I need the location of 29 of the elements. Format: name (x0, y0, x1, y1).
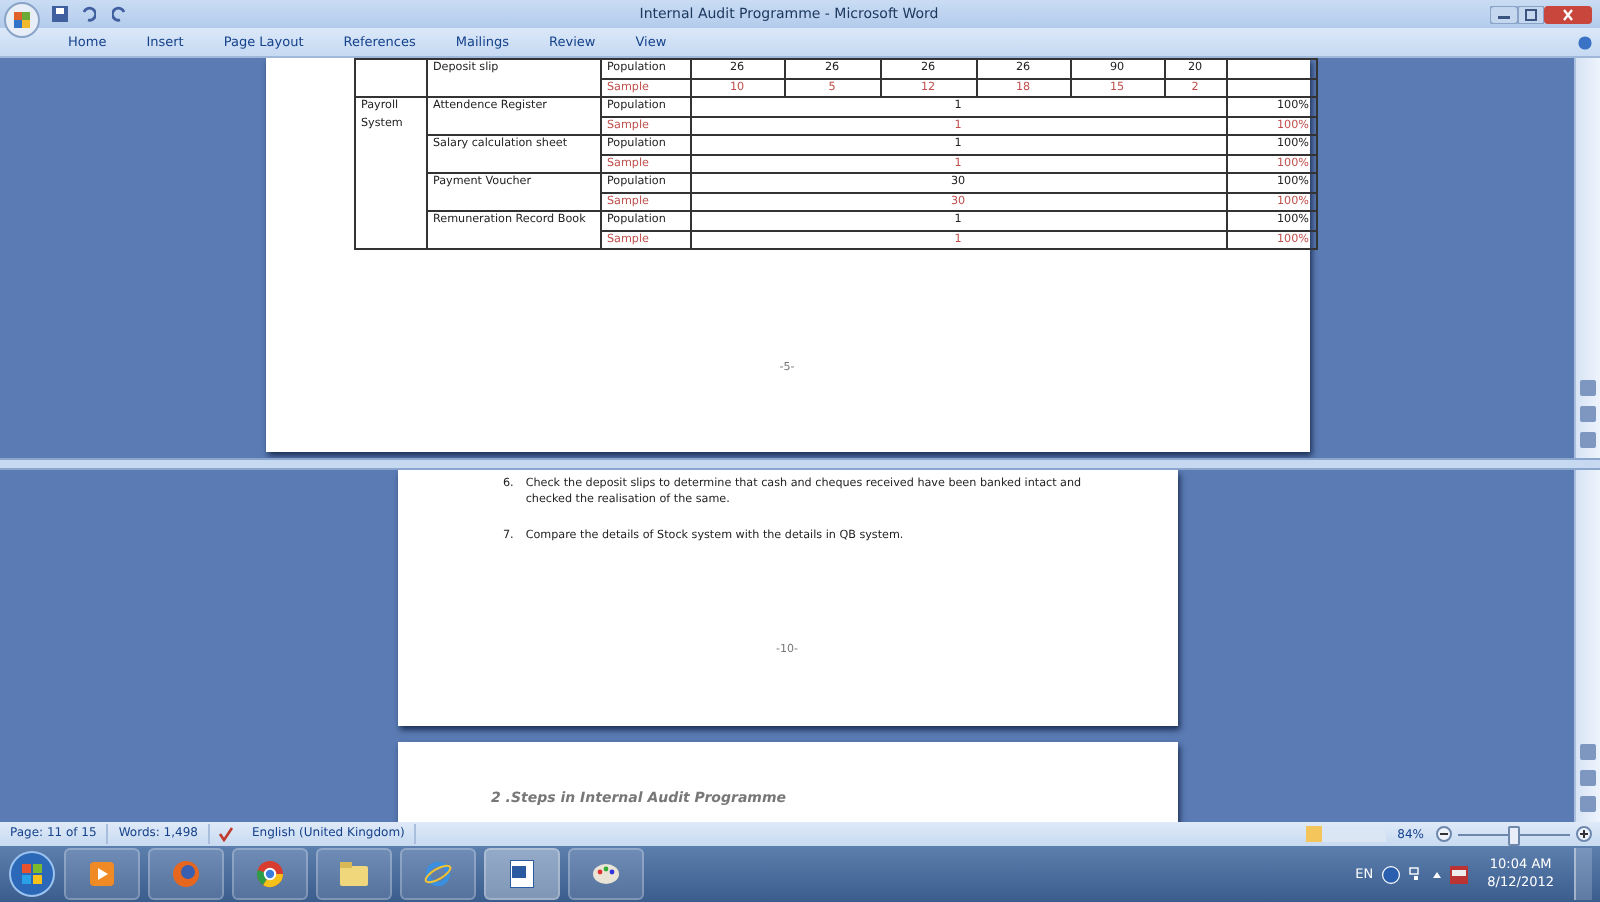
play-icon (90, 862, 114, 886)
network-icon[interactable] (1407, 865, 1424, 883)
tray-app-icon[interactable] (1449, 865, 1468, 883)
chrome-button[interactable] (232, 848, 308, 900)
save-icon[interactable] (52, 6, 68, 22)
zoom-slider-thumb[interactable] (1508, 825, 1520, 845)
close-button[interactable] (1544, 5, 1592, 23)
explorer-button[interactable] (316, 848, 392, 900)
start-button[interactable] (8, 850, 56, 898)
redo-icon[interactable] (112, 6, 128, 22)
restore-button[interactable] (1518, 5, 1544, 23)
firefox-button[interactable] (148, 848, 224, 900)
browser-icon (424, 860, 452, 888)
globe-icon (172, 860, 200, 888)
undo-icon[interactable] (80, 6, 96, 22)
word-button[interactable] (484, 848, 560, 900)
zoom-out-icon[interactable] (1436, 826, 1452, 842)
paint-button[interactable] (568, 848, 644, 900)
folder-icon (340, 862, 368, 886)
scrollbar[interactable] (1574, 58, 1600, 458)
proofing-icon[interactable] (217, 826, 234, 842)
media-player-button[interactable] (64, 848, 140, 900)
zoom-in-icon[interactable] (1576, 826, 1592, 842)
chrome-icon (256, 860, 284, 888)
minimize-button[interactable] (1490, 5, 1518, 23)
show-hidden-icons-icon[interactable] (1431, 869, 1442, 879)
document-icon (510, 860, 534, 888)
scrollbar[interactable] (1574, 470, 1600, 822)
palette-icon (592, 862, 620, 886)
